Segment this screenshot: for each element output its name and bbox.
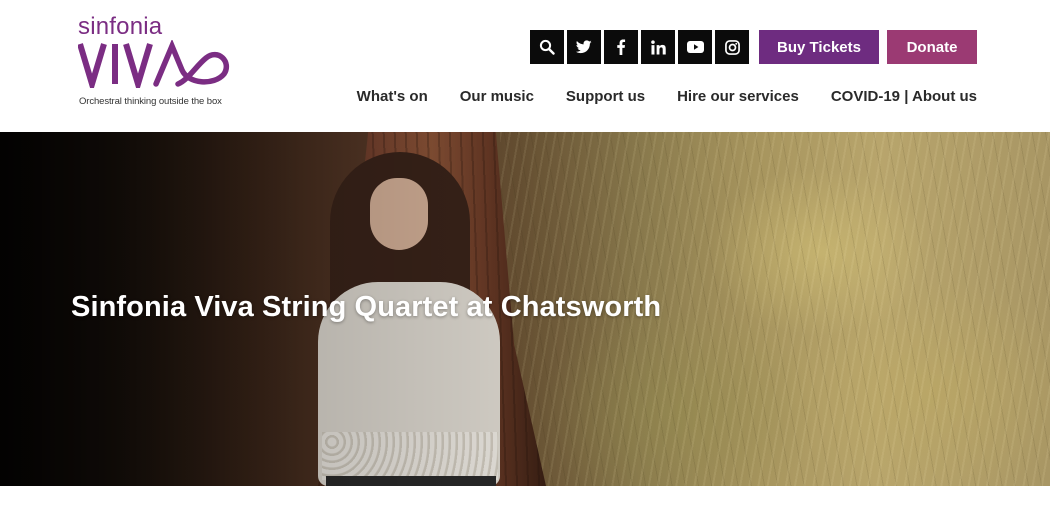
site-logo[interactable]: sinfonia Orchestral thinking outside the…	[78, 14, 238, 110]
nav-item-support-us[interactable]: Support us	[566, 88, 645, 105]
logo-viva-mark	[78, 40, 229, 88]
nav-item-our-music[interactable]: Our music	[460, 88, 534, 105]
logo-wordmark-top: sinfonia	[78, 13, 163, 40]
logo-tagline: Orchestral thinking outside the box	[79, 96, 222, 107]
site-header: sinfonia Orchestral thinking outside the…	[0, 0, 1050, 132]
buy-tickets-button[interactable]: Buy Tickets	[759, 30, 879, 64]
nav-item-hire-our-services[interactable]: Hire our services	[677, 88, 799, 105]
nav-item-covid-about-us[interactable]: COVID-19 | About us	[831, 88, 977, 105]
instagram-button[interactable]	[715, 30, 749, 64]
social-toolbar	[530, 30, 749, 64]
facebook-icon	[617, 39, 626, 55]
linkedin-button[interactable]	[641, 30, 675, 64]
youtube-icon	[686, 41, 704, 53]
nav-item-whats-on[interactable]: What's on	[357, 88, 428, 105]
twitter-button[interactable]	[567, 30, 601, 64]
search-icon	[539, 39, 555, 55]
hero-title: Sinfonia Viva String Quartet at Chatswor…	[71, 291, 662, 323]
hero-banner: Sinfonia Viva String Quartet at Chatswor…	[0, 132, 1050, 486]
search-button[interactable]	[530, 30, 564, 64]
donate-button[interactable]: Donate	[887, 30, 977, 64]
linkedin-icon	[650, 39, 666, 55]
twitter-icon	[576, 40, 592, 54]
main-nav: What's on Our music Support us Hire our …	[357, 88, 977, 105]
facebook-button[interactable]	[604, 30, 638, 64]
youtube-button[interactable]	[678, 30, 712, 64]
instagram-icon	[724, 39, 740, 55]
